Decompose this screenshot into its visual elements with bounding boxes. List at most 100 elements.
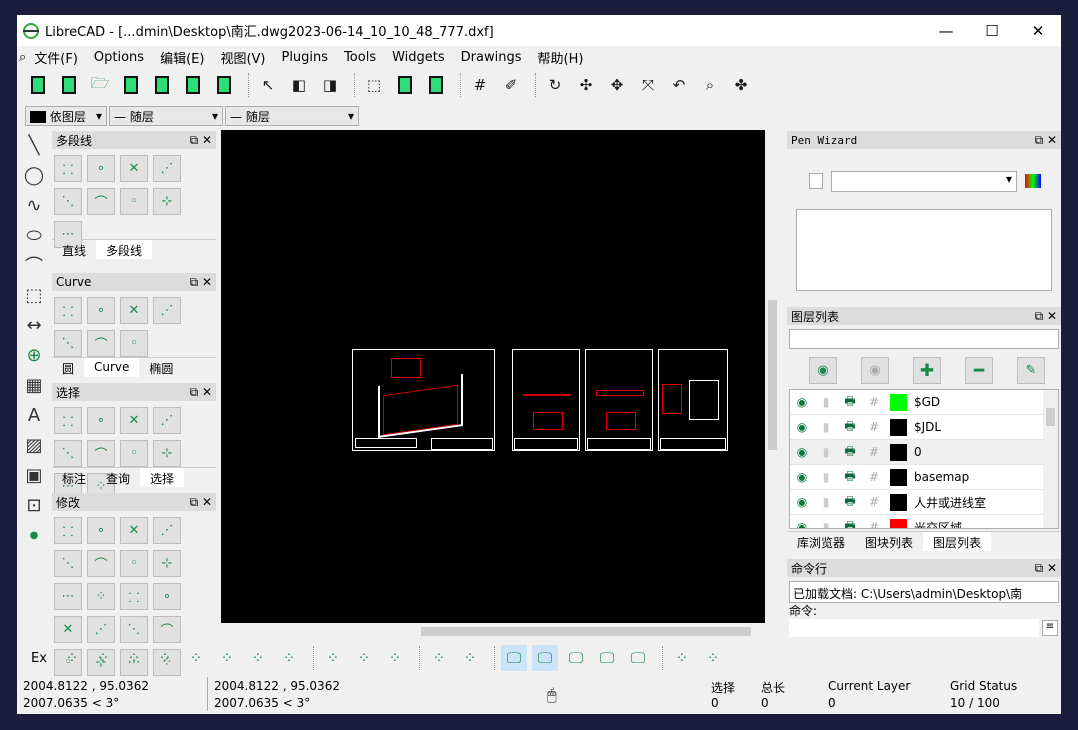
select-tool-button[interactable]: ⋰	[153, 407, 181, 434]
view-5-button[interactable]: 🖵	[625, 645, 651, 671]
dock-close-icon[interactable]: ⧉ ✕	[190, 275, 212, 290]
polyline-tool-button[interactable]: ∘	[87, 155, 115, 182]
drawing-canvas[interactable]	[221, 130, 765, 623]
zoom-window-button[interactable]: ⌕	[697, 72, 723, 98]
redo-button[interactable]: ◨	[317, 72, 343, 98]
dock-tab[interactable]: 多段线	[96, 240, 153, 259]
polyline-tool-icon[interactable]: ⌒	[25, 250, 43, 280]
snap-on-entity-button[interactable]: ⁘	[152, 645, 178, 671]
polyline-tool-button[interactable]: ⊹	[153, 188, 181, 215]
pointer-button[interactable]: ↖	[255, 72, 281, 98]
snap-endpoint-button[interactable]: ⁘	[121, 645, 147, 671]
polyline-tool-button[interactable]: ⋰	[153, 155, 181, 182]
undo-button[interactable]: ◧	[286, 72, 312, 98]
remove-layer-button[interactable]: ━	[965, 357, 993, 384]
curve-tool-button[interactable]: ∘	[87, 297, 115, 324]
zoom-out-button[interactable]: ✥	[604, 72, 630, 98]
lock-icon[interactable]: ▮	[814, 395, 838, 409]
printer-icon[interactable]: 🖶	[838, 417, 862, 438]
printer-icon[interactable]: 🖶	[838, 517, 862, 529]
visibility-eye-icon[interactable]: ◉	[790, 470, 814, 484]
construction-hash-icon[interactable]: #	[862, 445, 886, 459]
redraw-button[interactable]: ↻	[542, 72, 568, 98]
restrict-vertical-button[interactable]: ⁘	[351, 645, 377, 671]
curve-tool-button[interactable]: ⌒	[87, 330, 115, 357]
grid-button[interactable]: #	[467, 72, 493, 98]
print-preview-button[interactable]	[211, 72, 237, 98]
modify-tool-icon[interactable]: ⊕	[26, 340, 41, 370]
menu-item[interactable]: 文件(F)	[34, 48, 78, 67]
color-combo[interactable]: 依图层 ▾	[25, 106, 107, 126]
select-tool-button[interactable]: ⸬	[54, 407, 82, 434]
layer-row[interactable]: ◉ ▮ 🖶 # $JDL	[790, 415, 1058, 440]
command-input[interactable]	[789, 619, 1039, 637]
visibility-eye-icon[interactable]: ◉	[790, 395, 814, 409]
modify-tool-button[interactable]: ∘	[153, 583, 181, 610]
construction-hash-icon[interactable]: #	[862, 470, 886, 484]
dock-tab[interactable]: 直线	[52, 240, 96, 259]
snap-center-button[interactable]: ⁘	[183, 645, 209, 671]
printer-icon[interactable]: 🖶	[838, 392, 862, 413]
horizontal-scrollbar[interactable]	[221, 623, 765, 640]
circle-tool-icon[interactable]: ◯	[24, 160, 44, 190]
relative-zero-button[interactable]: ⁘	[426, 645, 452, 671]
add-block-button[interactable]: ⁘	[700, 645, 726, 671]
modify-tool-button[interactable]: ⸬	[54, 517, 82, 544]
modify-tool-button[interactable]: ⋰	[87, 616, 115, 643]
polyline-tool-button[interactable]: ⸬	[54, 155, 82, 182]
lock-icon[interactable]: ▮	[814, 470, 838, 484]
hide-all-layers-button[interactable]: ◉	[861, 357, 889, 384]
layer-scrollbar[interactable]	[1043, 390, 1058, 528]
menu-item[interactable]: Widgets	[392, 50, 445, 65]
save-button[interactable]	[118, 72, 144, 98]
dock-close-icon[interactable]: ⧉ ✕	[190, 385, 212, 400]
pen-wizard-small-button[interactable]	[809, 173, 823, 189]
add-layer-button[interactable]: ✚	[913, 357, 941, 384]
cut-button[interactable]: ⬚	[361, 72, 387, 98]
modify-tool-button[interactable]: ⋯	[54, 583, 82, 610]
menu-item[interactable]: Drawings	[461, 50, 522, 65]
lock-relative-zero-button[interactable]: ⁘	[457, 645, 483, 671]
layer-filter-input[interactable]	[789, 329, 1059, 349]
right-dock-tab[interactable]: 图块列表	[855, 532, 923, 551]
block-tool-icon[interactable]: ⊡	[26, 490, 41, 520]
select-tool-button[interactable]: ⌒	[87, 440, 115, 467]
print-button[interactable]	[180, 72, 206, 98]
linetype-combo[interactable]: — 随层 ▾	[109, 106, 223, 126]
new-file-button[interactable]	[25, 72, 51, 98]
modify-tool-button[interactable]: ∘	[87, 517, 115, 544]
zoom-pan-button[interactable]: ✤	[728, 72, 754, 98]
lock-icon[interactable]: ▮	[814, 495, 838, 509]
hatch-tool-icon[interactable]: ▨	[25, 430, 42, 460]
snap-distance-button[interactable]: ⁘	[245, 645, 271, 671]
visibility-eye-icon[interactable]: ◉	[790, 520, 814, 528]
show-all-layers-button[interactable]: ◉	[809, 357, 837, 384]
polyline-tool-button[interactable]: ⌒	[87, 188, 115, 215]
edit-layer-button[interactable]: ✎	[1017, 357, 1045, 384]
curve-tool-button[interactable]: ⋱	[54, 330, 82, 357]
dock-close-icon[interactable]: ⧉ ✕	[190, 495, 212, 510]
zoom-auto-button[interactable]: ⤧	[635, 72, 661, 98]
select-tool-button[interactable]: ⋱	[54, 440, 82, 467]
text-tool-icon[interactable]: A	[28, 400, 40, 430]
curve-tool-button[interactable]: ⋰	[153, 297, 181, 324]
dock-tab[interactable]: 圆	[52, 358, 84, 377]
modify-tool-button[interactable]: ⌒	[153, 616, 181, 643]
printer-icon[interactable]: 🖶	[838, 492, 862, 513]
dimension-tool-icon[interactable]: ↔	[26, 310, 41, 340]
polyline-tool-button[interactable]: ✕	[120, 155, 148, 182]
layer-row[interactable]: ◉ ▮ 🖶 # 光交区域	[790, 515, 1058, 529]
modify-tool-button[interactable]: ⸬	[120, 583, 148, 610]
open-folder-button[interactable]: 🗁	[87, 72, 113, 98]
modify-tool-button[interactable]: ◦	[120, 550, 148, 577]
lock-icon[interactable]: ▮	[814, 420, 838, 434]
modify-tool-button[interactable]: ⌒	[87, 550, 115, 577]
modify-tool-button[interactable]: ✕	[120, 517, 148, 544]
copy-button[interactable]	[392, 72, 418, 98]
construction-hash-icon[interactable]: #	[862, 520, 886, 528]
menu-item[interactable]: 帮助(H)	[538, 48, 584, 67]
menu-item[interactable]: Tools	[344, 50, 376, 65]
command-menu-button[interactable]: ≡	[1042, 620, 1058, 636]
modify-tool-button[interactable]: ⋰	[153, 517, 181, 544]
color-picker-icon[interactable]	[1025, 174, 1041, 188]
